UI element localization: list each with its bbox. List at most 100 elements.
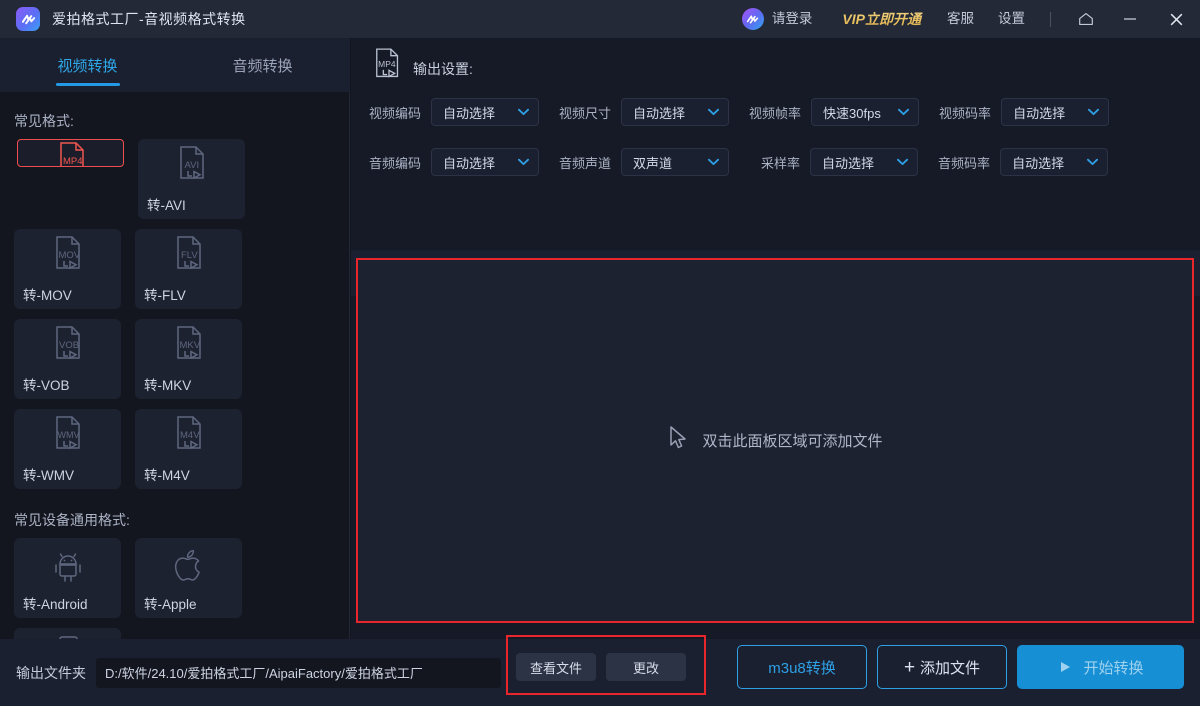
minimize-icon[interactable] <box>1108 0 1152 38</box>
home-icon[interactable] <box>1064 0 1108 38</box>
select-audio-bitrate[interactable]: 自动选择 <box>1000 148 1108 176</box>
select-value: 自动选择 <box>443 103 495 122</box>
format-card-flv[interactable]: FLV 转-FLV <box>135 229 242 309</box>
chevron-down-icon <box>1088 108 1099 116</box>
vip-upgrade-button[interactable]: VIP立即开通 <box>828 0 935 38</box>
device-formats-title: 常见设备通用格式: <box>14 510 349 530</box>
chevron-down-icon <box>708 108 719 116</box>
svg-text:MOV: MOV <box>58 250 80 261</box>
app-window: 爱拍格式工厂-音视频格式转换 请登录 VIP立即开通 客服 设置 <box>0 0 1200 706</box>
support-button[interactable]: 客服 <box>935 0 986 38</box>
login-button[interactable]: 请登录 <box>772 0 829 38</box>
svg-text:MKV: MKV <box>179 340 200 351</box>
field-audio-codec: 音频编码 自动选择 <box>369 148 539 176</box>
svg-text:MP4: MP4 <box>378 59 396 69</box>
select-value: 自动选择 <box>1012 153 1064 172</box>
select-value: 快速30fps <box>823 103 881 122</box>
view-files-button[interactable]: 查看文件 <box>516 653 596 681</box>
format-card-avi[interactable]: AVI 转-AVI <box>138 139 245 219</box>
format-card-wmv[interactable]: WMV 转-WMV <box>14 409 121 489</box>
field-video-bitrate: 视频码率 自动选择 <box>939 98 1109 126</box>
select-value: 双声道 <box>633 153 672 172</box>
format-card-mp4[interactable]: MP4 转-MP4 <box>17 139 124 167</box>
m4v-file-icon: M4V <box>135 409 242 463</box>
format-card-mov[interactable]: MOV 转-MOV <box>14 229 121 309</box>
format-grid: MP4 转-MP4 AVI 转-AVI <box>0 139 349 499</box>
chevron-down-icon <box>708 158 719 166</box>
select-audio-channels[interactable]: 双声道 <box>621 148 729 176</box>
vob-file-icon: VOB <box>14 319 121 373</box>
plus-icon: + <box>904 658 915 677</box>
chevron-down-icon <box>518 108 529 116</box>
common-formats-title: 常见格式: <box>14 111 349 131</box>
format-card-m4v[interactable]: M4V 转-M4V <box>135 409 242 489</box>
output-folder-label: 输出文件夹 <box>16 663 86 683</box>
m3u8-convert-button[interactable]: m3u8转换 <box>737 645 867 689</box>
start-convert-button[interactable]: 开始转换 <box>1017 645 1184 689</box>
change-folder-button[interactable]: 更改 <box>606 653 686 681</box>
tab-video-convert[interactable]: 视频转换 <box>0 38 175 92</box>
field-audio-bitrate: 音频码率 自动选择 <box>938 148 1108 176</box>
chevron-down-icon <box>898 108 909 116</box>
output-folder-path[interactable]: D:/软件/24.10/爱拍格式工厂/AipaiFactory/爱拍格式工厂 <box>96 658 501 688</box>
android-icon <box>14 538 121 592</box>
field-label: 采样率 <box>761 153 800 172</box>
field-audio-channels: 音频声道 双声道 <box>559 148 729 176</box>
field-label: 视频码率 <box>939 103 991 122</box>
chevron-down-icon <box>518 158 529 166</box>
field-label: 音频码率 <box>938 153 990 172</box>
svg-text:WMV: WMV <box>57 430 79 440</box>
select-video-codec[interactable]: 自动选择 <box>431 98 539 126</box>
device-card-android[interactable]: 转-Android <box>14 538 121 618</box>
output-settings-title: 输出设置: <box>413 59 473 79</box>
svg-text:AVI: AVI <box>184 160 199 171</box>
start-convert-label: 开始转换 <box>1083 657 1143 678</box>
sidebar-tabs: 视频转换 音频转换 <box>0 38 350 92</box>
titlebar-divider <box>1050 12 1051 27</box>
add-files-button[interactable]: + 添加文件 <box>877 645 1007 689</box>
select-video-size[interactable]: 自动选择 <box>621 98 729 126</box>
add-files-label: 添加文件 <box>920 657 980 678</box>
output-settings-header: MP4 输出设置: <box>351 38 1200 86</box>
format-label: 转-WMV <box>14 463 121 489</box>
file-drop-zone[interactable]: 双击此面板区域可添加文件 <box>356 258 1194 623</box>
device-card-apple[interactable]: 转-Apple <box>135 538 242 618</box>
field-video-framerate: 视频帧率 快速30fps <box>749 98 919 126</box>
svg-text:MP4: MP4 <box>63 156 83 167</box>
select-video-framerate[interactable]: 快速30fps <box>811 98 919 126</box>
drop-zone-text: 双击此面板区域可添加文件 <box>702 430 882 451</box>
format-label: 转-MKV <box>135 373 242 399</box>
select-value: 自动选择 <box>633 103 685 122</box>
settings-button[interactable]: 设置 <box>986 0 1037 38</box>
format-label: 转-MOV <box>14 283 121 309</box>
format-label: 转-FLV <box>135 283 242 309</box>
settings-row-video: 视频编码 自动选择 视频尺寸 自动选择 视频帧率 快速30fps <box>351 92 1200 132</box>
select-sample-rate[interactable]: 自动选择 <box>810 148 918 176</box>
tab-audio-convert[interactable]: 音频转换 <box>175 38 350 92</box>
mp4-file-icon: MP4 <box>52 140 92 167</box>
format-label: 转-M4V <box>135 463 242 489</box>
titlebar-actions: 请登录 VIP立即开通 客服 设置 <box>742 0 1200 38</box>
select-video-bitrate[interactable]: 自动选择 <box>1001 98 1109 126</box>
field-label: 视频尺寸 <box>559 103 611 122</box>
output-format-badge-icon: MP4 <box>373 47 405 92</box>
select-value: 自动选择 <box>1013 103 1065 122</box>
device-label: 转-Android <box>14 592 121 618</box>
format-label: 转-AVI <box>138 193 245 219</box>
chevron-down-icon <box>897 158 908 166</box>
sidebar: 视频转换 音频转换 常见格式: MP4 转-MP4 <box>0 38 350 639</box>
select-audio-codec[interactable]: 自动选择 <box>431 148 539 176</box>
close-icon[interactable] <box>1152 0 1200 38</box>
settings-row-audio: 音频编码 自动选择 音频声道 双声道 采样率 自动选择 <box>351 142 1200 182</box>
apple-icon <box>135 538 242 592</box>
svg-text:FLV: FLV <box>181 250 198 261</box>
play-icon <box>1057 659 1073 675</box>
field-sample-rate: 采样率 自动选择 <box>761 148 918 176</box>
chevron-down-icon <box>1087 158 1098 166</box>
format-card-vob[interactable]: VOB 转-VOB <box>14 319 121 399</box>
user-avatar-icon[interactable] <box>742 8 764 30</box>
svg-text:M4V: M4V <box>180 430 200 441</box>
format-card-mkv[interactable]: MKV 转-MKV <box>135 319 242 399</box>
field-label: 音频编码 <box>369 153 421 172</box>
title-bar: 爱拍格式工厂-音视频格式转换 请登录 VIP立即开通 客服 设置 <box>0 0 1200 38</box>
